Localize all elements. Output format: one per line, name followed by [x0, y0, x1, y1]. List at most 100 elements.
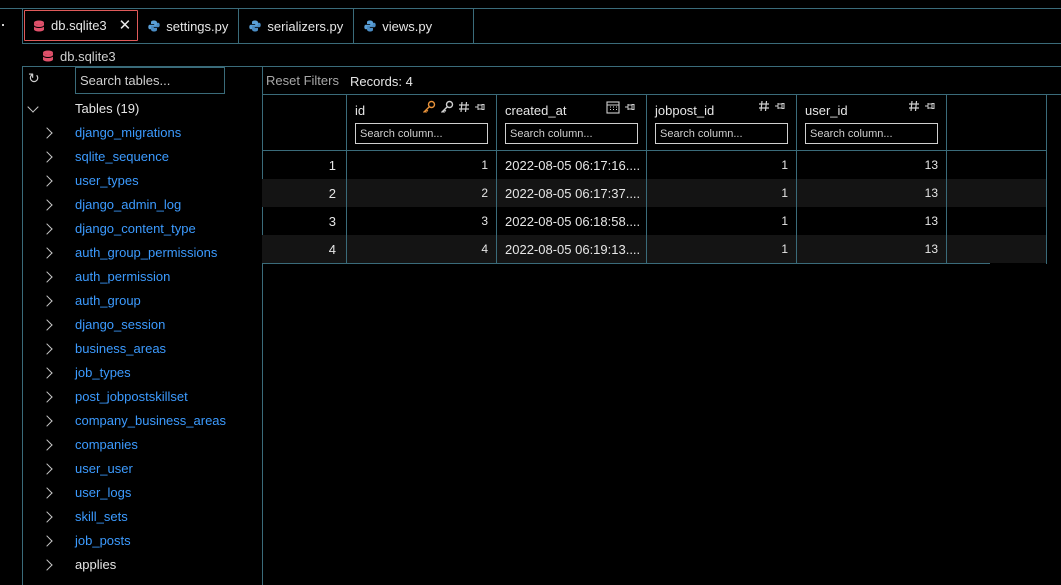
cell-jobpost-id[interactable]: 1	[647, 235, 797, 263]
column-header-created-at[interactable]: created_at	[497, 94, 647, 151]
cell-created-at[interactable]: 2022-08-05 06:19:13....	[497, 235, 647, 263]
table-name[interactable]: job_posts	[75, 533, 131, 548]
chevron-right-icon[interactable]	[41, 535, 53, 547]
tree-item-table[interactable]: applies	[22, 553, 262, 577]
table-name[interactable]: auth_group	[75, 293, 141, 308]
tree-item-table[interactable]: auth_group	[22, 289, 262, 313]
chevron-right-icon[interactable]	[41, 199, 53, 211]
chevron-right-icon[interactable]	[41, 343, 53, 355]
pin-icon[interactable]	[924, 100, 936, 112]
table-row[interactable]: 3 3 2022-08-05 06:18:58.... 1 13	[262, 207, 1047, 235]
table-name[interactable]: user_types	[75, 173, 139, 188]
chevron-right-icon[interactable]	[41, 295, 53, 307]
tab-db-sqlite3[interactable]: db.sqlite3 ✕	[24, 10, 139, 41]
table-name[interactable]: companies	[75, 437, 138, 452]
table-row[interactable]: 1 1 2022-08-05 06:17:16.... 1 13	[262, 151, 1047, 179]
tree-item-table[interactable]: business_areas	[22, 337, 262, 361]
table-name[interactable]: user_user	[75, 461, 133, 476]
breadcrumb[interactable]: db.sqlite3	[42, 47, 116, 65]
chevron-right-icon[interactable]	[41, 151, 53, 163]
tab-views-py[interactable]: views.py	[354, 9, 475, 43]
table-name[interactable]: auth_permission	[75, 269, 170, 284]
refresh-icon[interactable]: ↻	[28, 71, 42, 85]
tab-settings-py[interactable]: settings.py	[138, 9, 240, 43]
table-name[interactable]: django_admin_log	[75, 197, 181, 212]
chevron-right-icon[interactable]	[41, 271, 53, 283]
chevron-right-icon[interactable]	[41, 319, 53, 331]
tab-serializers-py[interactable]: serializers.py	[239, 9, 355, 43]
tree-item-table[interactable]: company_business_areas	[22, 409, 262, 433]
chevron-right-icon[interactable]	[41, 439, 53, 451]
tree-item-table[interactable]: skill_sets	[22, 505, 262, 529]
tree-root-tables[interactable]: Tables (19)	[22, 97, 262, 121]
column-header-user-id[interactable]: user_id	[797, 94, 947, 151]
search-column-input[interactable]	[655, 123, 788, 144]
table-name[interactable]: company_business_areas	[75, 413, 226, 428]
tabbar-divider	[22, 43, 1061, 44]
cell-user-id[interactable]: 13	[797, 151, 947, 179]
reset-filters-button[interactable]: Reset Filters	[266, 73, 339, 88]
tree-item-table[interactable]: django_session	[22, 313, 262, 337]
chevron-right-icon[interactable]	[41, 175, 53, 187]
cell-created-at[interactable]: 2022-08-05 06:18:58....	[497, 207, 647, 235]
cell-id[interactable]: 4	[347, 235, 497, 263]
search-column-input[interactable]	[505, 123, 638, 144]
tree-item-table[interactable]: django_migrations	[22, 121, 262, 145]
table-name-selected[interactable]: applies	[75, 557, 116, 572]
chevron-right-icon[interactable]	[41, 487, 53, 499]
chevron-right-icon[interactable]	[41, 391, 53, 403]
cell-jobpost-id[interactable]: 1	[647, 207, 797, 235]
column-header-id[interactable]: id	[347, 94, 497, 151]
table-name[interactable]: django_migrations	[75, 125, 181, 140]
cell-created-at[interactable]: 2022-08-05 06:17:37....	[497, 179, 647, 207]
tree-item-table[interactable]: django_admin_log	[22, 193, 262, 217]
search-column-input[interactable]	[805, 123, 938, 144]
cell-jobpost-id[interactable]: 1	[647, 179, 797, 207]
table-name[interactable]: user_logs	[75, 485, 131, 500]
table-name[interactable]: django_session	[75, 317, 165, 332]
tree-item-table[interactable]: auth_permission	[22, 265, 262, 289]
tree-item-table[interactable]: job_types	[22, 361, 262, 385]
table-row[interactable]: 2 2 2022-08-05 06:17:37.... 1 13	[262, 179, 1047, 207]
tree-item-table[interactable]: user_user	[22, 457, 262, 481]
tree-item-table[interactable]: job_posts	[22, 529, 262, 553]
cell-user-id[interactable]: 13	[797, 235, 947, 263]
cell-jobpost-id[interactable]: 1	[647, 151, 797, 179]
table-name[interactable]: post_jobpostskillset	[75, 389, 188, 404]
table-name[interactable]: sqlite_sequence	[75, 149, 169, 164]
table-row[interactable]: 4 4 2022-08-05 06:19:13.... 1 13	[262, 235, 1047, 263]
table-name[interactable]: skill_sets	[75, 509, 128, 524]
chevron-right-icon[interactable]	[41, 127, 53, 139]
chevron-right-icon[interactable]	[41, 463, 53, 475]
cell-id[interactable]: 1	[347, 151, 497, 179]
tree-item-table[interactable]: auth_group_permissions	[22, 241, 262, 265]
chevron-right-icon[interactable]	[41, 223, 53, 235]
cell-user-id[interactable]: 13	[797, 179, 947, 207]
pin-icon[interactable]	[474, 101, 486, 113]
tree-item-table[interactable]: user_types	[22, 169, 262, 193]
chevron-right-icon[interactable]	[41, 367, 53, 379]
pin-icon[interactable]	[774, 100, 786, 112]
cell-id[interactable]: 2	[347, 179, 497, 207]
close-icon[interactable]: ✕	[119, 18, 132, 33]
cell-id[interactable]: 3	[347, 207, 497, 235]
search-column-input[interactable]	[355, 123, 488, 144]
column-header-jobpost-id[interactable]: jobpost_id	[647, 94, 797, 151]
tree-item-table[interactable]: sqlite_sequence	[22, 145, 262, 169]
chevron-right-icon[interactable]	[41, 511, 53, 523]
tree-item-table[interactable]: user_logs	[22, 481, 262, 505]
table-name[interactable]: business_areas	[75, 341, 166, 356]
table-name[interactable]: auth_group_permissions	[75, 245, 217, 260]
chevron-right-icon[interactable]	[41, 247, 53, 259]
cell-user-id[interactable]: 13	[797, 207, 947, 235]
tree-item-table[interactable]: companies	[22, 433, 262, 457]
tree-item-table[interactable]: post_jobpostskillset	[22, 385, 262, 409]
cell-created-at[interactable]: 2022-08-05 06:17:16....	[497, 151, 647, 179]
table-name[interactable]: django_content_type	[75, 221, 196, 236]
chevron-right-icon[interactable]	[41, 559, 53, 571]
search-tables-input[interactable]	[75, 67, 225, 94]
chevron-right-icon[interactable]	[41, 415, 53, 427]
tree-item-table[interactable]: django_content_type	[22, 217, 262, 241]
pin-icon[interactable]	[624, 101, 636, 113]
table-name[interactable]: job_types	[75, 365, 131, 380]
